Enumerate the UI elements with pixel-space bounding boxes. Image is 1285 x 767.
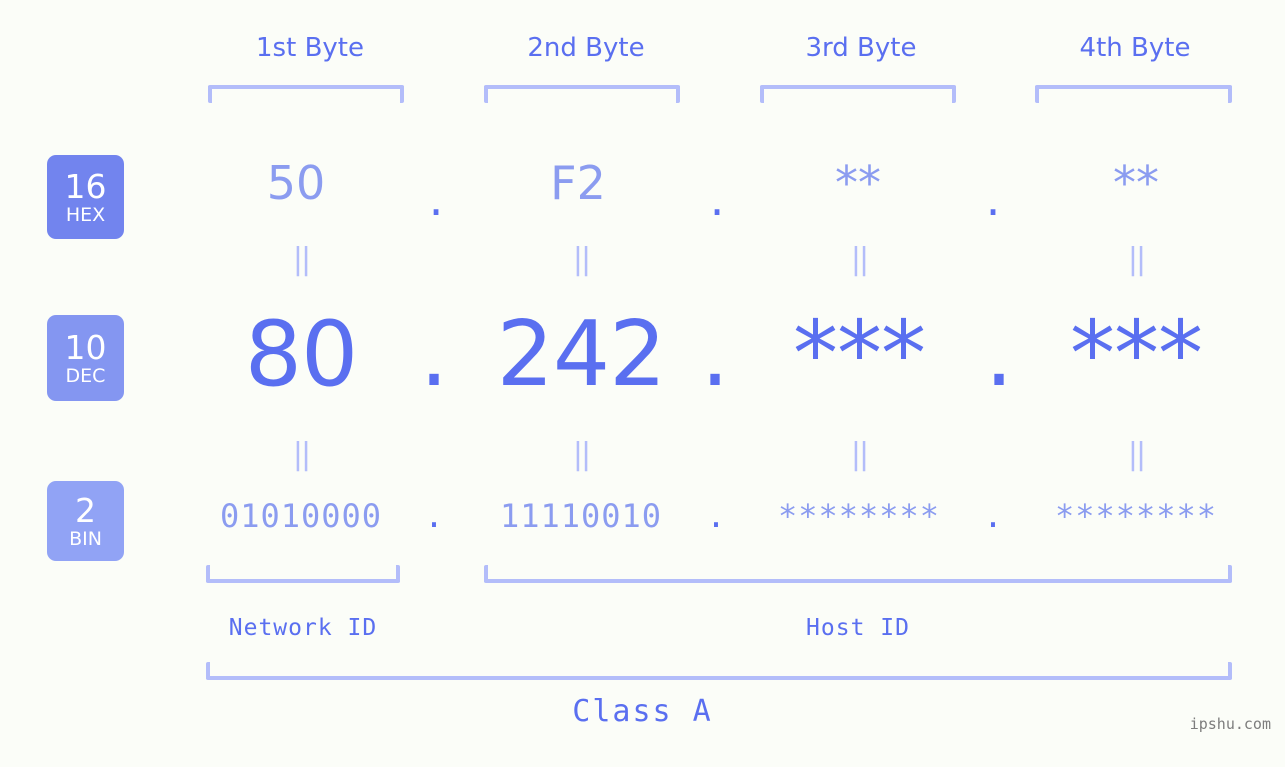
- byte-label-2: 2nd Byte: [527, 33, 645, 63]
- ip-address-breakdown-diagram: 1st Byte 2nd Byte 3rd Byte 4th Byte 16 H…: [0, 0, 1285, 767]
- equals-hex-dec-2: ||: [572, 242, 591, 277]
- base-badge-dec-name: DEC: [65, 364, 106, 387]
- byte-bracket-2: [484, 85, 680, 103]
- class-label: Class A: [572, 694, 713, 729]
- equals-dec-bin-1: ||: [292, 437, 311, 472]
- host-id-label: Host ID: [806, 615, 910, 641]
- byte-bracket-4: [1035, 85, 1232, 103]
- watermark: ipshu.com: [1189, 715, 1271, 733]
- dec-byte-3: ***: [793, 302, 926, 407]
- base-badge-hex-number: 16: [64, 166, 107, 206]
- base-badge-dec: 10 DEC: [47, 315, 124, 401]
- hex-separator-3: .: [985, 172, 1001, 226]
- byte-label-3: 3rd Byte: [805, 33, 917, 63]
- class-bracket: [206, 662, 1232, 680]
- equals-hex-dec-4: ||: [1127, 242, 1146, 277]
- base-badge-bin-name: BIN: [69, 527, 102, 550]
- base-badge-bin: 2 BIN: [47, 481, 124, 561]
- base-badge-dec-number: 10: [64, 327, 107, 367]
- equals-dec-bin-3: ||: [850, 437, 869, 472]
- bin-byte-2: 11110010: [499, 497, 663, 535]
- byte-bracket-3: [760, 85, 956, 103]
- dec-byte-4: ***: [1070, 302, 1203, 407]
- base-badge-hex: 16 HEX: [47, 155, 124, 239]
- equals-dec-bin-4: ||: [1127, 437, 1146, 472]
- hex-byte-2: F2: [550, 156, 606, 210]
- bin-separator-3: .: [983, 497, 1003, 535]
- dec-byte-2: 242: [496, 302, 667, 407]
- dec-byte-1: 80: [244, 302, 359, 407]
- byte-label-4: 4th Byte: [1079, 33, 1191, 63]
- bin-byte-1: 01010000: [219, 497, 383, 535]
- dec-separator-3: .: [984, 302, 1014, 407]
- host-id-bracket: [484, 565, 1232, 583]
- hex-byte-1: 50: [266, 156, 326, 210]
- dec-separator-1: .: [419, 302, 449, 407]
- equals-hex-dec-1: ||: [292, 242, 311, 277]
- bin-byte-4: ********: [1054, 497, 1218, 535]
- dec-separator-2: .: [700, 302, 730, 407]
- hex-separator-2: .: [709, 172, 725, 226]
- base-badge-bin-number: 2: [75, 490, 96, 530]
- byte-bracket-1: [208, 85, 404, 103]
- hex-byte-4: **: [1113, 156, 1159, 210]
- hex-separator-1: .: [428, 172, 444, 226]
- bin-separator-1: .: [424, 497, 444, 535]
- byte-label-1: 1st Byte: [256, 33, 364, 63]
- bin-separator-2: .: [706, 497, 726, 535]
- hex-byte-3: **: [835, 156, 881, 210]
- network-id-label: Network ID: [228, 615, 378, 641]
- network-id-bracket: [206, 565, 400, 583]
- base-badge-hex-name: HEX: [65, 203, 106, 226]
- equals-dec-bin-2: ||: [572, 437, 591, 472]
- equals-hex-dec-3: ||: [850, 242, 869, 277]
- bin-byte-3: ********: [777, 497, 941, 535]
